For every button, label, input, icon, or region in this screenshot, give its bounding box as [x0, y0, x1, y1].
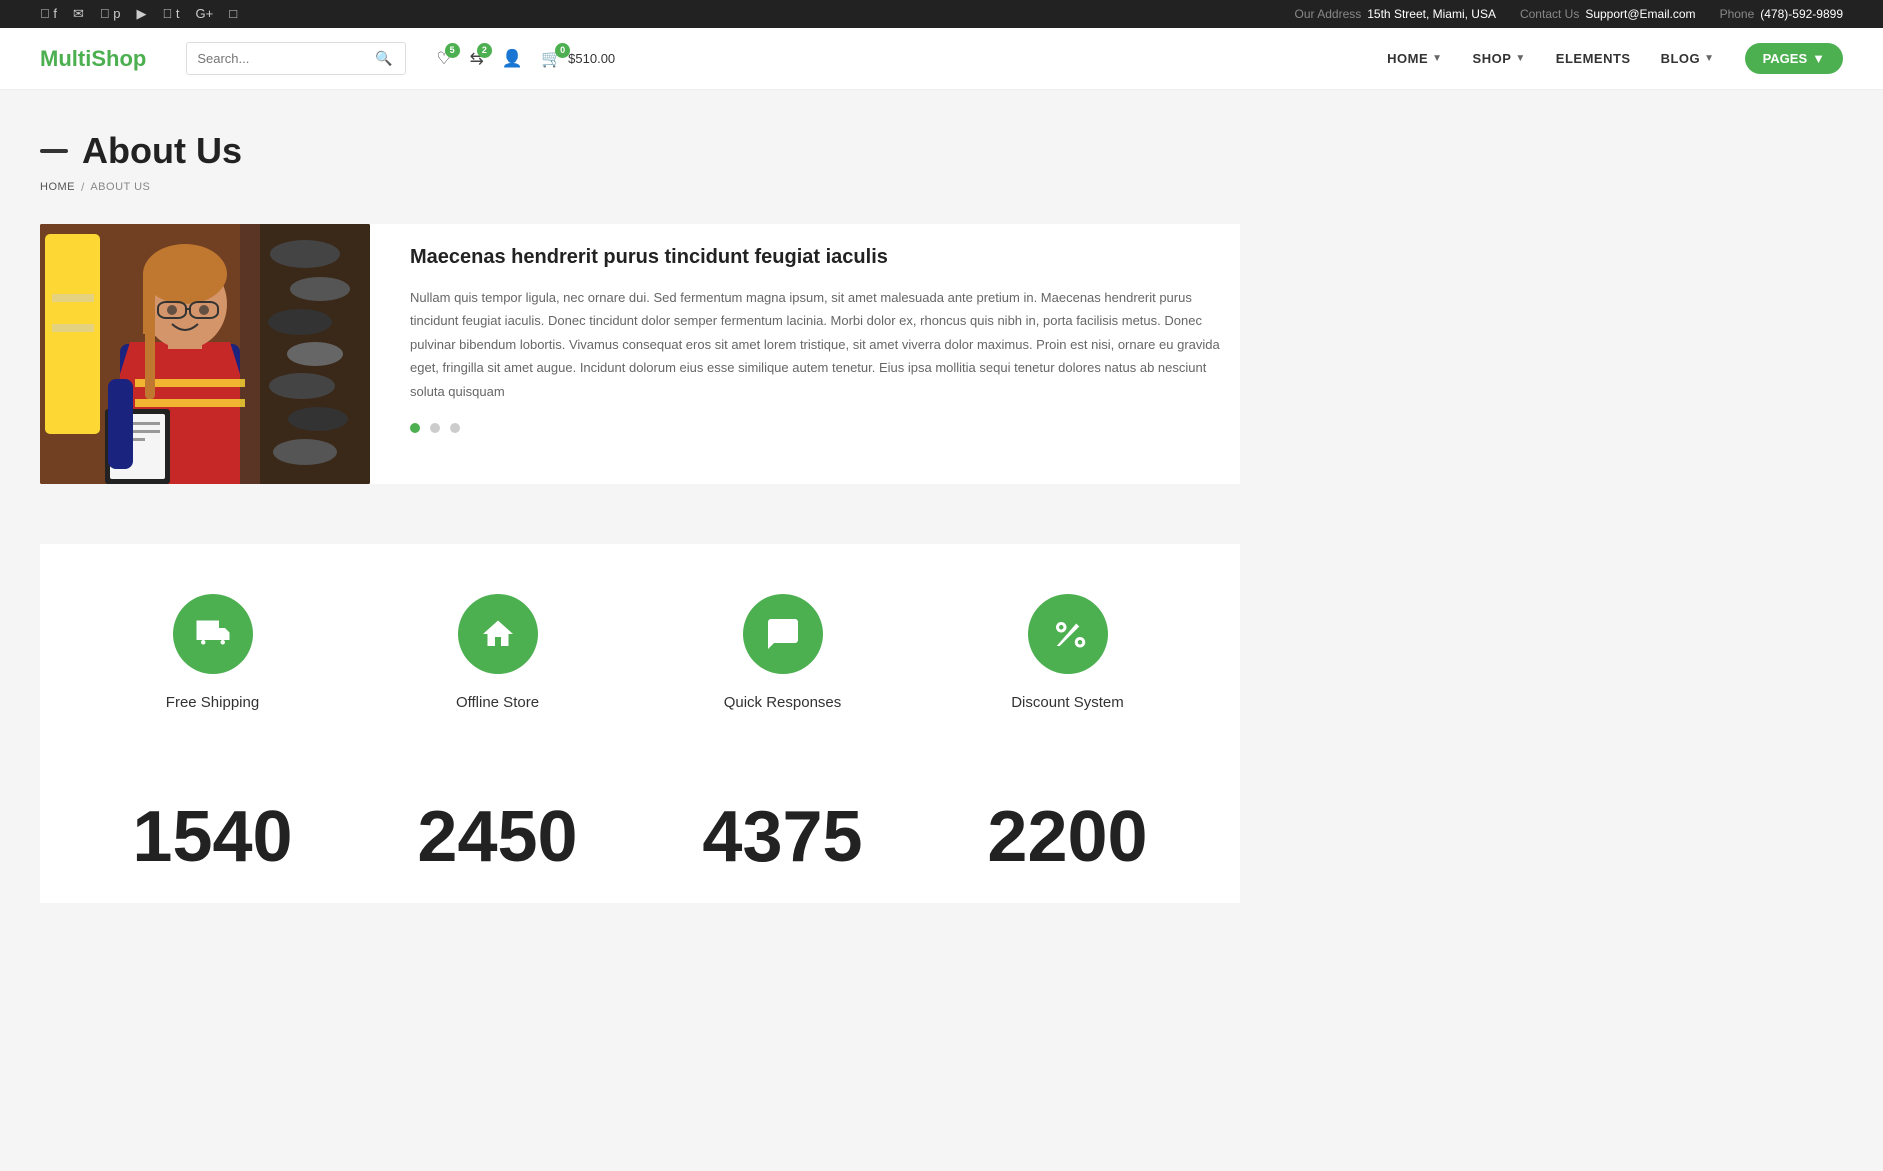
address-group: Our Address 15th Street, Miami, USA [1295, 7, 1496, 21]
slider-dot-1[interactable] [410, 423, 420, 433]
user-icon: 👤 [502, 49, 523, 68]
about-text-column: Maecenas hendrerit purus tincidunt feugi… [410, 224, 1240, 484]
about-header: About Us [40, 130, 1843, 172]
facebook-icon[interactable]:  f [40, 6, 57, 22]
quick-responses-icon-circle [743, 594, 823, 674]
wishlist-icon-wrap[interactable]: ♡ 5 [436, 49, 451, 69]
twitter-icon[interactable]:  t [162, 6, 179, 22]
nav-elements[interactable]: ELEMENTS [1556, 51, 1631, 66]
phone-value: (478)-592-9899 [1760, 7, 1843, 21]
quick-responses-label: Quick Responses [650, 694, 915, 711]
compare-badge: 2 [477, 43, 492, 58]
feature-quick-responses: Quick Responses [650, 594, 915, 711]
cart-amount: $510.00 [568, 51, 615, 66]
instagram-icon[interactable]: □ [229, 6, 237, 22]
about-title: About Us [82, 130, 242, 172]
search-button[interactable]: 🔍 [367, 43, 400, 74]
main-nav: HOME ▼ SHOP ▼ ELEMENTS BLOG ▼ PAGES ▼ [1387, 43, 1843, 74]
nav-shop[interactable]: SHOP ▼ [1473, 51, 1526, 66]
nav-shop-arrow: ▼ [1515, 53, 1525, 64]
pages-button[interactable]: PAGES ▼ [1745, 43, 1843, 74]
header-icons: ♡ 5 ⇆ 2 👤 🛒 0 $510.00 [436, 49, 615, 69]
logo[interactable]: MultiShop [40, 46, 146, 72]
nav-home-arrow: ▼ [1432, 53, 1442, 64]
nav-blog-arrow: ▼ [1704, 53, 1714, 64]
home-icon [480, 616, 516, 652]
stat-4: 2200 [935, 801, 1200, 873]
telegram-icon[interactable]: ✉ [73, 6, 84, 22]
nav-home[interactable]: HOME ▼ [1387, 51, 1442, 66]
logo-text1: Multi [40, 46, 91, 71]
percent-icon [1050, 616, 1086, 652]
feature-discount-system: Discount System [935, 594, 1200, 711]
logo-text2: Shop [91, 46, 146, 71]
nav-blog[interactable]: BLOG ▼ [1661, 51, 1715, 66]
cart-badge: 0 [555, 43, 570, 58]
about-image-svg [40, 224, 370, 484]
feature-free-shipping: Free Shipping [80, 594, 345, 711]
nav-shop-label: SHOP [1473, 51, 1512, 66]
stat-2: 2450 [365, 801, 630, 873]
search-wrapper: 🔍 [186, 42, 406, 75]
contact-label: Contact Us [1520, 7, 1579, 21]
about-content-section: Maecenas hendrerit purus tincidunt feugi… [40, 224, 1240, 484]
cart-icon-wrap: 🛒 0 [541, 49, 562, 69]
pinterest-icon[interactable]:  p [100, 6, 121, 22]
feature-offline-store: Offline Store [365, 594, 630, 711]
header: MultiShop 🔍 ♡ 5 ⇆ 2 👤 🛒 0 $510.00 HOME ▼ [0, 28, 1883, 90]
stat-1: 1540 [80, 801, 345, 873]
pages-label: PAGES [1763, 51, 1808, 66]
about-text-title: Maecenas hendrerit purus tincidunt feugi… [410, 244, 1240, 270]
breadcrumb-home[interactable]: HOME [40, 181, 75, 193]
slider-dot-2[interactable] [430, 423, 440, 433]
compare-icon-wrap[interactable]: ⇆ 2 [470, 49, 484, 69]
features-grid: Free Shipping Offline Store [80, 594, 1200, 711]
about-text-body: Nullam quis tempor ligula, nec ornare du… [410, 286, 1240, 403]
offline-store-icon-circle [458, 594, 538, 674]
search-input[interactable] [187, 44, 367, 73]
nav-blog-label: BLOG [1661, 51, 1701, 66]
address-value: 15th Street, Miami, USA [1367, 7, 1496, 21]
truck-icon [195, 616, 231, 652]
offline-store-label: Offline Store [365, 694, 630, 711]
page-content: About Us HOME / ABOUT US [0, 90, 1883, 990]
chat-icon [765, 616, 801, 652]
about-accent [40, 149, 68, 153]
contact-value: Support@Email.com [1585, 7, 1695, 21]
youtube-icon[interactable]: ▶ [136, 6, 146, 22]
social-links:  f ✉  p ▶  t G+ □ [40, 6, 237, 22]
breadcrumb-separator: / [81, 180, 84, 194]
phone-label: Phone [1720, 7, 1755, 21]
top-bar:  f ✉  p ▶  t G+ □ Our Address 15th St… [0, 0, 1883, 28]
breadcrumb-current: ABOUT US [90, 181, 150, 193]
discount-system-icon-circle [1028, 594, 1108, 674]
stats-section: 1540 2450 4375 2200 [40, 761, 1240, 903]
free-shipping-label: Free Shipping [80, 694, 345, 711]
wishlist-badge: 5 [445, 43, 460, 58]
slider-dot-3[interactable] [450, 423, 460, 433]
user-icon-wrap[interactable]: 👤 [502, 49, 523, 69]
about-image [40, 224, 370, 484]
nav-home-label: HOME [1387, 51, 1428, 66]
stat-3: 4375 [650, 801, 915, 873]
breadcrumb: HOME / ABOUT US [40, 180, 1843, 194]
nav-elements-label: ELEMENTS [1556, 51, 1631, 66]
features-section: Free Shipping Offline Store [40, 544, 1240, 761]
contact-group: Contact Us Support@Email.com [1520, 7, 1696, 21]
free-shipping-icon-circle [173, 594, 253, 674]
discount-system-label: Discount System [935, 694, 1200, 711]
google-plus-icon[interactable]: G+ [195, 6, 213, 22]
slider-dots [410, 423, 1240, 433]
phone-group: Phone (478)-592-9899 [1720, 7, 1843, 21]
pages-arrow: ▼ [1812, 51, 1825, 66]
address-label: Our Address [1295, 7, 1362, 21]
cart-button[interactable]: 🛒 0 $510.00 [541, 49, 615, 69]
stats-grid: 1540 2450 4375 2200 [80, 801, 1200, 873]
contact-info: Our Address 15th Street, Miami, USA Cont… [1295, 7, 1843, 21]
